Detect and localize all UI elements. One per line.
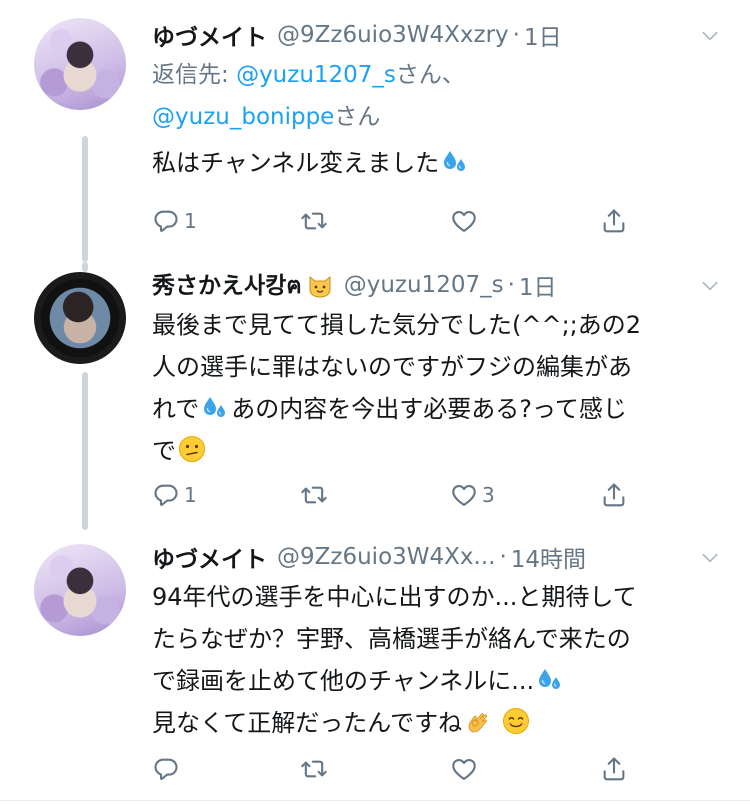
tweet-actions bbox=[152, 754, 642, 784]
sweat-droplets-icon bbox=[536, 665, 564, 693]
like-count: 3 bbox=[482, 483, 495, 507]
display-name[interactable]: ゆづメイト bbox=[152, 18, 267, 52]
username[interactable]: @yuzu1207_s bbox=[344, 272, 504, 298]
sweat-droplets-icon bbox=[441, 147, 469, 175]
share-button[interactable] bbox=[600, 480, 628, 510]
tweet-text-line: 私はチャンネル変えました bbox=[152, 149, 440, 177]
reply-prefix: 返信先: bbox=[152, 62, 237, 88]
like-button[interactable]: 3 bbox=[450, 480, 495, 510]
tweet-text-fragment: で録画を止めて他のチャンネルに... bbox=[152, 667, 535, 695]
tweet-2[interactable]: 秀さかえ사캉ฅ @yuzu1207_s · 1日 最後まで見てて損した気分でした… bbox=[0, 262, 750, 530]
tweet-text-line: で bbox=[152, 430, 732, 472]
ok-hand-icon bbox=[464, 707, 492, 735]
like-button[interactable] bbox=[450, 754, 482, 784]
tweet-text-line: 見なくて正解だったんですね bbox=[152, 702, 732, 744]
reply-count: 1 bbox=[184, 209, 197, 233]
tweet-text-fragment: れで bbox=[152, 395, 200, 423]
tweet-1[interactable]: ゆづメイト @9Zz6uio3W4Xxzry · 1日 返信先: @yuzu12… bbox=[0, 0, 750, 262]
reply-icon bbox=[152, 207, 180, 235]
username[interactable]: @9Zz6uio3W4Xxzry bbox=[277, 22, 509, 48]
thread-line bbox=[82, 262, 88, 272]
retweet-button[interactable] bbox=[300, 754, 328, 784]
tweet-header: ゆづメイト @9Zz6uio3W4Xxzry · 1日 bbox=[152, 18, 730, 52]
tweet-text-line: 最後まで見てて損した気分でした(^^;;あの2 bbox=[152, 311, 642, 339]
avatar[interactable] bbox=[34, 18, 126, 110]
mention-link[interactable]: @yuzu1207_s bbox=[236, 62, 396, 88]
reply-to: 返信先: @yuzu1207_sさん、 @yuzu_bonippeさん bbox=[152, 54, 720, 138]
thread-line bbox=[82, 372, 88, 530]
timestamp[interactable]: 14時間 bbox=[511, 540, 586, 574]
tweet-text-line: 人の選手に罪はないのですがフジの編集があ bbox=[152, 353, 632, 381]
separator: · bbox=[499, 544, 507, 570]
sweat-droplets-icon bbox=[201, 393, 229, 421]
share-button[interactable] bbox=[600, 206, 628, 236]
display-name[interactable]: ゆづメイト bbox=[152, 540, 267, 574]
chevron-down-icon[interactable] bbox=[700, 276, 720, 296]
mention-link[interactable]: @yuzu_bonippe bbox=[152, 104, 334, 130]
share-icon bbox=[600, 755, 628, 783]
tweet-header: ゆづメイト @9Zz6uio3W4Xx... · 14時間 bbox=[152, 540, 730, 574]
tweet-3[interactable]: ゆづメイト @9Zz6uio3W4Xx... · 14時間 94年代の選手を中心… bbox=[0, 530, 750, 804]
heart-icon bbox=[450, 755, 478, 783]
timestamp[interactable]: 1日 bbox=[524, 18, 562, 52]
username[interactable]: @9Zz6uio3W4Xx... bbox=[277, 544, 495, 570]
share-icon bbox=[600, 481, 628, 509]
reply-icon bbox=[152, 755, 180, 783]
chevron-down-icon[interactable] bbox=[700, 26, 720, 46]
reply-button[interactable]: 1 bbox=[152, 206, 197, 236]
heart-icon bbox=[450, 481, 478, 509]
tweet-text-line: で録画を止めて他のチャンネルに... bbox=[152, 660, 732, 702]
tweet-text-line: れで あの内容を今出す必要ある?って感じ bbox=[152, 388, 732, 430]
timestamp[interactable]: 1日 bbox=[519, 268, 557, 302]
retweet-icon bbox=[300, 755, 328, 783]
tweet-actions: 1 3 bbox=[152, 480, 642, 510]
mention-suffix: さん bbox=[334, 104, 381, 130]
thread-line bbox=[82, 136, 88, 262]
retweet-icon bbox=[300, 481, 328, 509]
display-name[interactable]: 秀さかえ사캉ฅ bbox=[152, 266, 302, 304]
reply-button[interactable]: 1 bbox=[152, 480, 197, 510]
avatar[interactable] bbox=[34, 544, 126, 636]
tweet-text-fragment: 見なくて正解だったんですね bbox=[152, 709, 463, 737]
heart-icon bbox=[450, 207, 478, 235]
reply-button[interactable] bbox=[152, 754, 184, 784]
retweet-icon bbox=[300, 207, 328, 235]
tweet-actions: 1 bbox=[152, 206, 642, 236]
like-button[interactable] bbox=[450, 206, 482, 236]
tweet-text: 最後まで見てて損した気分でした(^^;;あの2 人の選手に罪はないのですがフジの… bbox=[152, 304, 732, 472]
retweet-button[interactable] bbox=[300, 480, 328, 510]
bottom-divider bbox=[0, 800, 750, 801]
reply-icon bbox=[152, 481, 180, 509]
mention-suffix: さん、 bbox=[395, 62, 465, 88]
separator: · bbox=[507, 272, 515, 298]
tweet-text-fragment: で bbox=[152, 437, 176, 465]
cat-face-icon bbox=[306, 271, 334, 299]
smiling-face-icon bbox=[502, 707, 530, 735]
tweet-text-fragment: あの内容を今出す必要ある?って感じ bbox=[231, 395, 627, 423]
separator: · bbox=[512, 22, 520, 48]
reply-count: 1 bbox=[184, 483, 197, 507]
avatar[interactable] bbox=[34, 272, 126, 364]
share-button[interactable] bbox=[600, 754, 628, 784]
confused-face-icon bbox=[178, 435, 206, 463]
tweet-text: 94年代の選手を中心に出すのか...と期待して たらなぜか？宇野、高橋選手が絡ん… bbox=[152, 576, 732, 744]
share-icon bbox=[600, 207, 628, 235]
tweet-text: 私はチャンネル変えました bbox=[152, 142, 732, 184]
tweet-text-line: たらなぜか？宇野、高橋選手が絡んで来たの bbox=[152, 625, 631, 653]
tweet-text-line: 94年代の選手を中心に出すのか...と期待して bbox=[152, 583, 637, 611]
tweet-header: 秀さかえ사캉ฅ @yuzu1207_s · 1日 bbox=[152, 268, 730, 302]
retweet-button[interactable] bbox=[300, 206, 328, 236]
chevron-down-icon[interactable] bbox=[700, 548, 720, 568]
